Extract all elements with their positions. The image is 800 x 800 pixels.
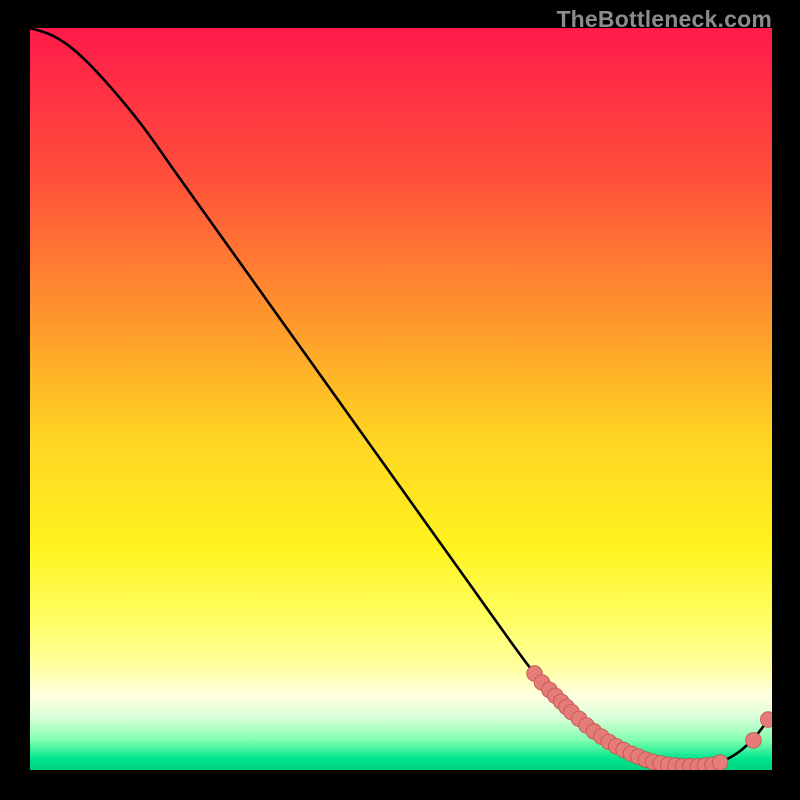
plot-area [30, 28, 772, 770]
data-marker [712, 755, 728, 770]
data-marker [746, 733, 762, 749]
chart-overlay [30, 28, 772, 770]
data-marker [760, 712, 772, 728]
chart-stage: TheBottleneck.com [0, 0, 800, 800]
bottleneck-curve [30, 28, 772, 766]
